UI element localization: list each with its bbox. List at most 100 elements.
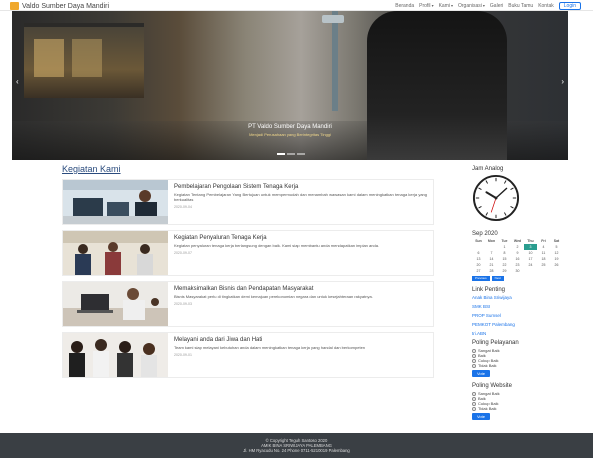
poll-title: Poling Pelayanan — [472, 340, 519, 346]
hero-window-image — [34, 39, 64, 77]
main-content: Kegiatan Kami Pembelajaran Pengolaan Sis… — [62, 164, 434, 383]
calendar-day[interactable]: 27 — [472, 268, 485, 274]
nav-item-kami[interactable]: Kami▾ — [439, 3, 453, 9]
hero-carousel: ‹ › PT Valdo Sumber Daya Mandiri Menjadi… — [12, 11, 568, 160]
link-item[interactable]: PEMKOT Palembang — [472, 322, 582, 327]
nav-item-kami-label: Kami — [438, 3, 450, 9]
poll-option[interactable]: Tidak Baik — [472, 406, 582, 411]
calendar-month: Sep 2020 — [472, 231, 498, 237]
calendar-day[interactable]: 28 — [485, 268, 498, 274]
carousel-next-icon[interactable]: › — [561, 77, 564, 86]
activity-card[interactable]: Melayani anda dari Jiwa dan Hati Team ka… — [62, 332, 434, 378]
calendar-day — [537, 268, 550, 274]
poll-website: Poling Website Sangat Baik Baik Cukup Ba… — [472, 383, 582, 420]
radio-icon[interactable] — [472, 401, 476, 406]
carousel-indicators — [276, 153, 306, 155]
carousel-indicator[interactable] — [277, 153, 285, 155]
poll-option-label: Tidak Baik — [478, 406, 497, 411]
radio-icon[interactable] — [472, 353, 476, 358]
activity-date: 2020-09-04 — [174, 205, 192, 209]
calendar-table: Sun Mon Tue Wed Thu Fri Sat 1 2 3 4 5 6 7 8 9 10 11 12 13 1… — [472, 238, 563, 274]
activity-date: 2020-09-03 — [174, 302, 192, 306]
nav-menu: Beranda Profil▾ Kami▾ Organisasi▾ Galeri… — [390, 2, 581, 10]
chevron-down-icon: ▾ — [431, 3, 434, 8]
activity-card[interactable]: Memaksimalkan Bisnis dan Pendapatan Masy… — [62, 281, 434, 327]
hero-title: PT Valdo Sumber Daya Mandiri — [248, 124, 332, 130]
link-item[interactable]: tri.ABN — [472, 331, 582, 336]
carousel-prev-icon[interactable]: ‹ — [16, 77, 19, 86]
poll-option[interactable]: Tidak Baik — [472, 363, 582, 368]
activity-card[interactable]: Kegiatan Penyaluran Tenaga Kerja Kegiata… — [62, 230, 434, 276]
vote-button[interactable]: Vote — [472, 413, 490, 420]
activity-title[interactable]: Memaksimalkan Bisnis dan Pendapatan Masy… — [174, 286, 427, 292]
clock-title: Jam Analog — [472, 166, 504, 172]
nav-item-organisasi[interactable]: Organisasi▾ — [458, 3, 485, 9]
activity-title[interactable]: Kegiatan Penyaluran Tenaga Kerja — [174, 235, 427, 241]
nav-item-galeri[interactable]: Galeri — [490, 3, 503, 9]
poll-title: Poling Website — [472, 383, 512, 389]
radio-icon[interactable] — [472, 358, 476, 363]
activity-title[interactable]: Pembelajaran Pengolaan Sistem Tenaga Ker… — [174, 184, 427, 190]
activity-text: Kegiatan Tentang Pembelajaran Yang Bertu… — [174, 192, 427, 202]
brand[interactable]: Valdo Sumber Daya Mandiri — [10, 2, 109, 10]
important-links: Link Penting Anak Bina Sriwijaya SMK BSI… — [472, 287, 582, 336]
activity-thumbnail — [63, 180, 168, 224]
navbar: Valdo Sumber Daya Mandiri Beranda Profil… — [0, 0, 593, 11]
brand-name: Valdo Sumber Daya Mandiri — [22, 2, 110, 10]
calendar-prev-button[interactable]: Previous — [472, 276, 490, 281]
link-item[interactable]: PROP Sumsel — [472, 313, 582, 318]
radio-icon[interactable] — [472, 348, 476, 353]
link-item[interactable]: SMK BSI — [472, 304, 582, 309]
poll-pelayanan: Poling Pelayanan Sangat Baik Baik Cukup … — [472, 340, 582, 377]
chevron-down-icon: ▾ — [450, 3, 453, 8]
calendar-day[interactable]: 30 — [511, 268, 524, 274]
footer-address: Jl. HM Ryacudu No. 24 Phone 0711-5210019… — [243, 448, 350, 453]
calendar-next-button[interactable]: Next — [491, 276, 504, 281]
activity-card-body: Memaksimalkan Bisnis dan Pendapatan Masy… — [168, 282, 433, 326]
activity-text: Kegiatan penyaluran tenaga kerja berlang… — [174, 243, 380, 248]
calendar-week: 27 28 29 30 — [472, 268, 563, 274]
activity-title[interactable]: Melayani anda dari Jiwa dan Hati — [174, 337, 427, 343]
vote-button[interactable]: Vote — [472, 370, 490, 377]
login-button[interactable]: Login — [558, 2, 581, 10]
activity-card-body: Pembelajaran Pengolaan Sistem Tenaga Ker… — [168, 180, 433, 224]
activity-card[interactable]: Pembelajaran Pengolaan Sistem Tenaga Ker… — [62, 179, 434, 225]
activity-card-body: Melayani anda dari Jiwa dan Hati Team ka… — [168, 333, 433, 377]
calendar-day — [550, 268, 563, 274]
activity-thumbnail — [63, 282, 168, 326]
calendar-body: 1 2 3 4 5 6 7 8 9 10 11 12 13 14 15 16 17 18 19 20 21 22 23 24 2… — [472, 244, 563, 274]
activity-text: Bisnis Masyarakat perlu di tingkatkan de… — [174, 294, 373, 299]
nav-item-profil-label: Profil — [419, 3, 431, 9]
nav-item-profil[interactable]: Profil▾ — [419, 3, 433, 9]
footer: © Copyright Teguh Santoso 2020 AMIK BINA… — [0, 433, 593, 458]
radio-icon[interactable] — [472, 396, 476, 401]
nav-item-kontak[interactable]: Kontak — [538, 3, 554, 9]
nav-item-buku-tamu[interactable]: Buku Tamu — [508, 3, 533, 9]
section-title[interactable]: Kegiatan Kami — [62, 164, 434, 174]
activity-text: Team kami siap melayani kebutuhan anda d… — [174, 345, 366, 350]
calendar: Sep 2020 Sun Mon Tue Wed Thu Fri Sat 123456789… — [472, 231, 582, 281]
poll-option-label: Tidak Baik — [478, 363, 497, 368]
sidebar: Jam Analog Sep 2020 Sun Mon Tue Wed Thu Fri Sa… — [472, 166, 582, 420]
hero-lamp-image — [322, 15, 344, 23]
radio-icon[interactable] — [472, 391, 476, 396]
activity-card-body: Kegiatan Penyaluran Tenaga Kerja Kegiata… — [168, 231, 433, 275]
carousel-indicator[interactable] — [297, 153, 305, 155]
radio-icon[interactable] — [472, 363, 476, 368]
activity-thumbnail — [63, 231, 168, 275]
link-item[interactable]: Anak Bina Sriwijaya — [472, 295, 582, 300]
carousel-indicator[interactable] — [287, 153, 295, 155]
links-title: Link Penting — [472, 287, 506, 293]
hero-subtitle: Menjadi Perusahaan yang Berintegritas Ti… — [249, 132, 331, 137]
calendar-buttons: Previous Next — [472, 276, 582, 281]
nav-item-organisasi-label: Organisasi — [458, 3, 482, 9]
nav-item-beranda[interactable]: Beranda — [395, 3, 414, 9]
activity-date: 2020-09-07 — [174, 251, 192, 255]
radio-icon[interactable] — [472, 406, 476, 411]
hero-person-image — [367, 11, 507, 160]
calendar-day — [524, 268, 537, 274]
hero-lamp-pole-image — [332, 11, 338, 111]
calendar-day[interactable]: 29 — [498, 268, 511, 274]
hero-window-image — [72, 39, 102, 77]
activity-thumbnail — [63, 333, 168, 377]
